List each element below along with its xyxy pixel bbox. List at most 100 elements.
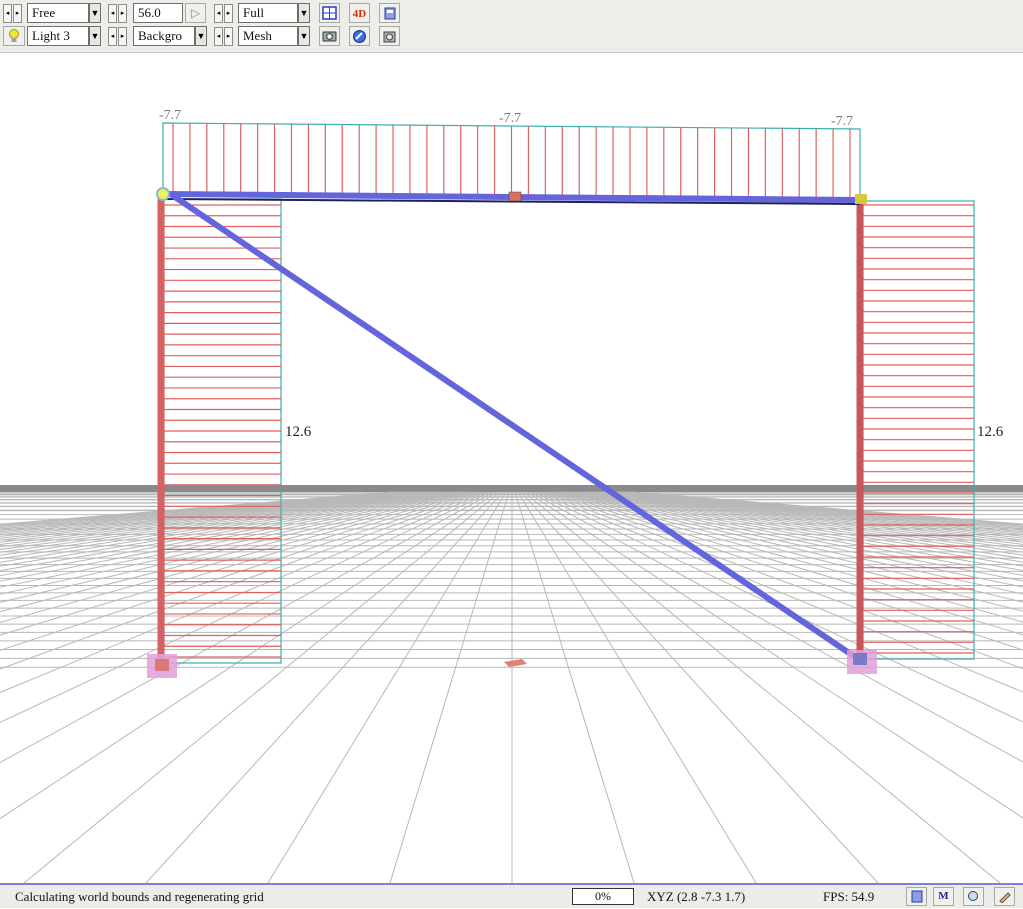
status-model-button[interactable] (906, 887, 927, 906)
beam-right-value-label: -7.7 (831, 114, 853, 129)
viewport-canvas[interactable]: -7.7 -7.7 -7.7 12.6 12.6 (0, 53, 1023, 884)
xyz-readout: XYZ (2.8 -7.3 1.7) (647, 889, 746, 904)
status-message: Calculating world bounds and regeneratin… (15, 889, 264, 904)
grid-line-vertical (631, 491, 1023, 525)
left-column-value-label: 12.6 (285, 424, 312, 440)
grid-line-vertical (613, 491, 1023, 533)
right-support-base (853, 653, 867, 665)
progress-indicator: 0% (572, 888, 634, 905)
model-icon (384, 7, 395, 20)
play-icon: ▷ (190, 6, 201, 20)
4d-icon: 4D (352, 8, 367, 20)
beam-midpoint-node[interactable] (508, 191, 522, 202)
status-zoom-button[interactable] (963, 887, 984, 906)
grid-line-vertical (607, 491, 1023, 536)
view-mode-prev-arrow[interactable]: ◂ (3, 4, 12, 23)
view-4d-button[interactable]: 4D (349, 3, 370, 23)
grid-line-vertical (0, 491, 420, 537)
light-toggle-button[interactable] (3, 26, 25, 46)
grid-line-vertical (559, 491, 1023, 588)
grid-line-vertical (0, 491, 417, 536)
background-select[interactable]: Backgro (133, 26, 195, 46)
diagonal-brace[interactable] (170, 192, 860, 662)
render-button[interactable] (349, 26, 370, 46)
floor-center-marker[interactable] (504, 659, 527, 667)
light-dropdown-icon[interactable]: ▼ (89, 26, 101, 46)
grid-line-vertical (0, 491, 393, 525)
right-column-value-label: 12.6 (977, 424, 1004, 440)
grid-line-vertical (0, 491, 423, 539)
grid-line-vertical (0, 491, 453, 567)
grid-line-vertical (565, 491, 1023, 576)
grid-line-vertical (574, 491, 1023, 563)
fov-decrease-arrow[interactable]: ◂ (108, 4, 117, 23)
play-button[interactable]: ▷ (185, 3, 206, 23)
grid-line-vertical (589, 491, 1023, 548)
light-select[interactable]: Light 3 (27, 26, 89, 46)
3d-viewport[interactable]: -7.7 -7.7 -7.7 12.6 12.6 (0, 53, 1023, 884)
grid-line-vertical (0, 491, 468, 595)
grid-line-vertical (0, 491, 435, 548)
grid-line-vertical (0, 491, 462, 582)
grid-line-vertical (577, 491, 1023, 559)
right-column-diagram-outline (862, 200, 975, 660)
grid-line-vertical (601, 491, 1023, 539)
right-top-node[interactable] (855, 194, 867, 204)
left-top-node[interactable] (156, 187, 170, 201)
background-dropdown-icon[interactable]: ▼ (195, 26, 207, 46)
settings-icon (383, 31, 396, 43)
grid-view-button[interactable] (319, 3, 340, 23)
grid-line-vertical (0, 491, 429, 543)
zoom-icon (968, 891, 978, 901)
background-prev-arrow[interactable]: ◂ (108, 27, 117, 46)
view-mode-dropdown-icon[interactable]: ▼ (89, 3, 101, 23)
grid-line-vertical (619, 491, 1023, 530)
render-icon (353, 30, 366, 43)
grid-line-vertical (0, 491, 405, 530)
grid-line-vertical (598, 491, 1023, 541)
settings-button[interactable] (379, 26, 400, 46)
grid-line-vertical (604, 491, 1023, 537)
grid-line-vertical (0, 491, 471, 603)
status-m-button[interactable]: M (933, 887, 954, 906)
grid-line-vertical (0, 491, 459, 577)
left-support-base (155, 659, 169, 671)
render-mode-prev-arrow[interactable]: ◂ (214, 27, 223, 46)
grid-line-vertical (556, 491, 1023, 595)
display-mode-dropdown-icon[interactable]: ▼ (298, 3, 310, 23)
toolbar: ◂ ▸ Free ▼ ◂ ▸ 56.0 ▷ ◂ ▸ Full ▼ 4D Ligh… (0, 0, 1023, 53)
grid-line-vertical (0, 491, 447, 560)
lightbulb-icon (9, 29, 19, 42)
grid-line-vertical (0, 491, 414, 534)
grid-line-vertical (0, 491, 426, 541)
grid-line-vertical (562, 491, 1023, 582)
background-next-arrow[interactable]: ▸ (118, 27, 127, 46)
fps-readout: FPS: 54.9 (823, 889, 875, 904)
ground-grid (0, 485, 1023, 884)
grid-line-vertical (0, 491, 450, 563)
grid-line-vertical (0, 491, 411, 533)
render-mode-next-arrow[interactable]: ▸ (224, 27, 233, 46)
model-icon (911, 890, 922, 903)
view-mode-next-arrow[interactable]: ▸ (13, 4, 22, 23)
beam-mid-value-label: -7.7 (499, 111, 521, 126)
display-mode-select[interactable]: Full (238, 3, 298, 23)
display-mode-next-arrow[interactable]: ▸ (224, 4, 233, 23)
status-bar: Calculating world bounds and regeneratin… (0, 883, 1023, 908)
camera-button[interactable] (319, 26, 340, 46)
horizon-band (0, 485, 1023, 492)
grid-line-vertical (610, 491, 1023, 534)
render-mode-dropdown-icon[interactable]: ▼ (298, 26, 310, 46)
camera-icon (322, 31, 337, 42)
view-mode-select[interactable]: Free (27, 3, 89, 23)
fov-increase-arrow[interactable]: ▸ (118, 4, 127, 23)
beam-left-value-label: -7.7 (159, 108, 181, 123)
display-mode-prev-arrow[interactable]: ◂ (214, 4, 223, 23)
status-settings-button[interactable] (994, 887, 1015, 906)
fov-input[interactable]: 56.0 (133, 3, 183, 23)
pencil-icon (999, 892, 1011, 904)
model-button[interactable] (379, 3, 400, 23)
grid-line-vertical (595, 491, 1023, 543)
grid-view-icon (322, 6, 337, 20)
render-mode-select[interactable]: Mesh (238, 26, 298, 46)
